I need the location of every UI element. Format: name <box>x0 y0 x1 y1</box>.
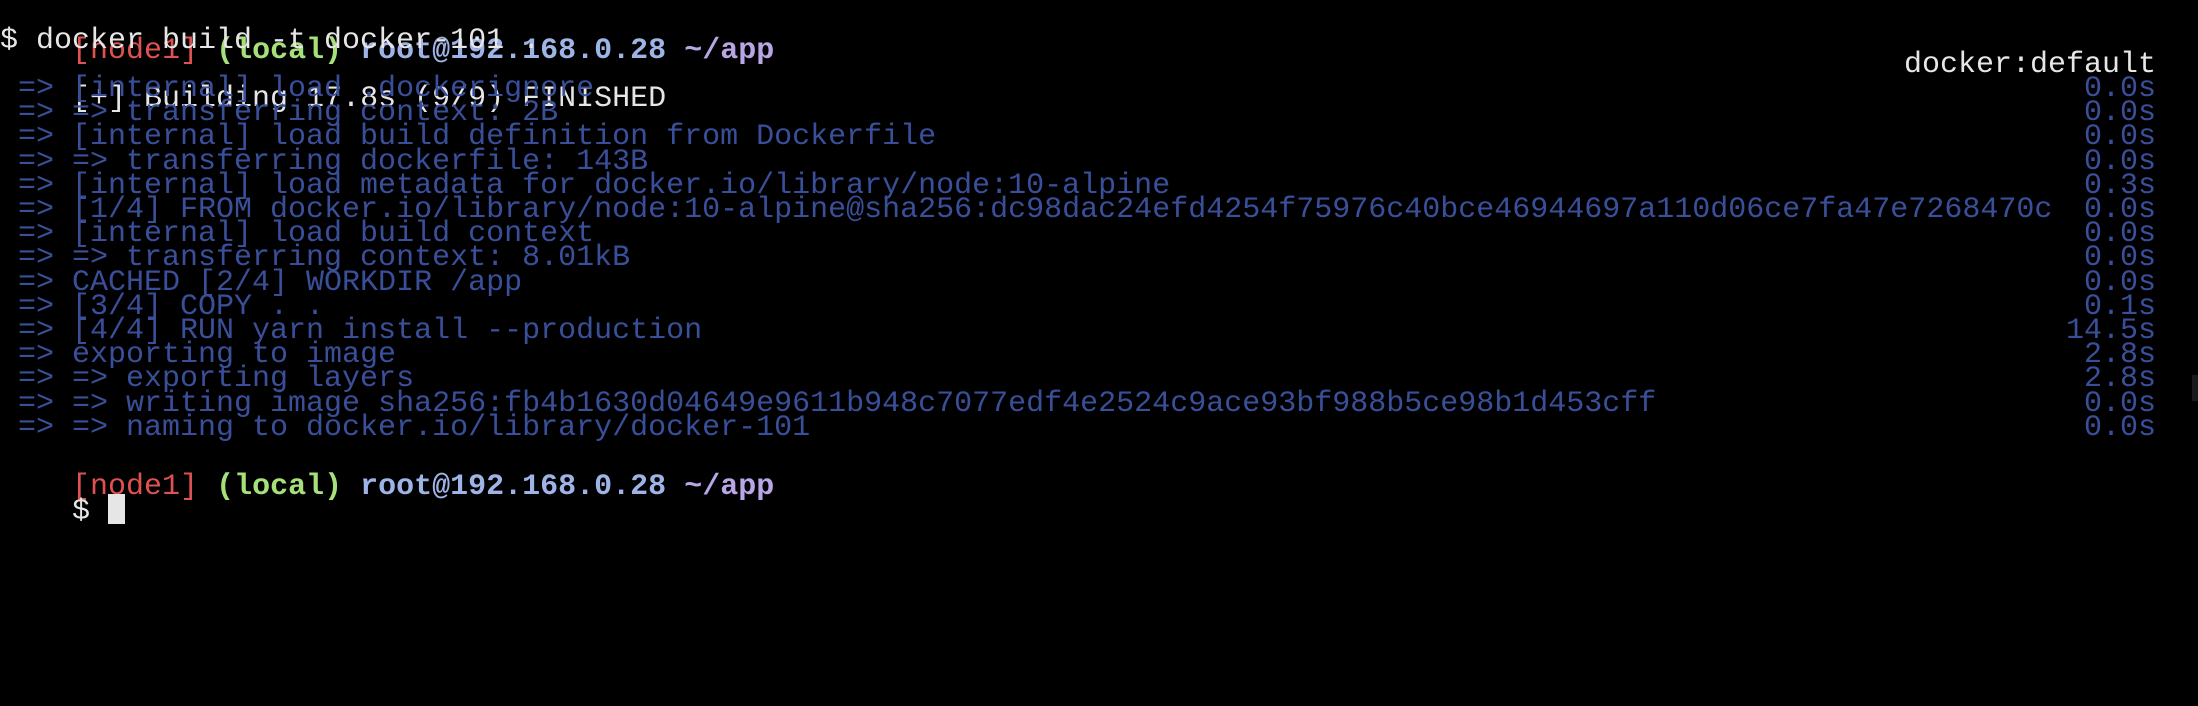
input-prompt-symbol: $ <box>72 495 109 529</box>
input-line[interactable]: $ <box>0 460 2198 529</box>
text-cursor <box>108 494 126 524</box>
terminal-window[interactable]: [node1] (local) root@192.168.0.28 ~/app … <box>0 0 2198 706</box>
scrollbar-thumb[interactable] <box>2192 375 2198 401</box>
